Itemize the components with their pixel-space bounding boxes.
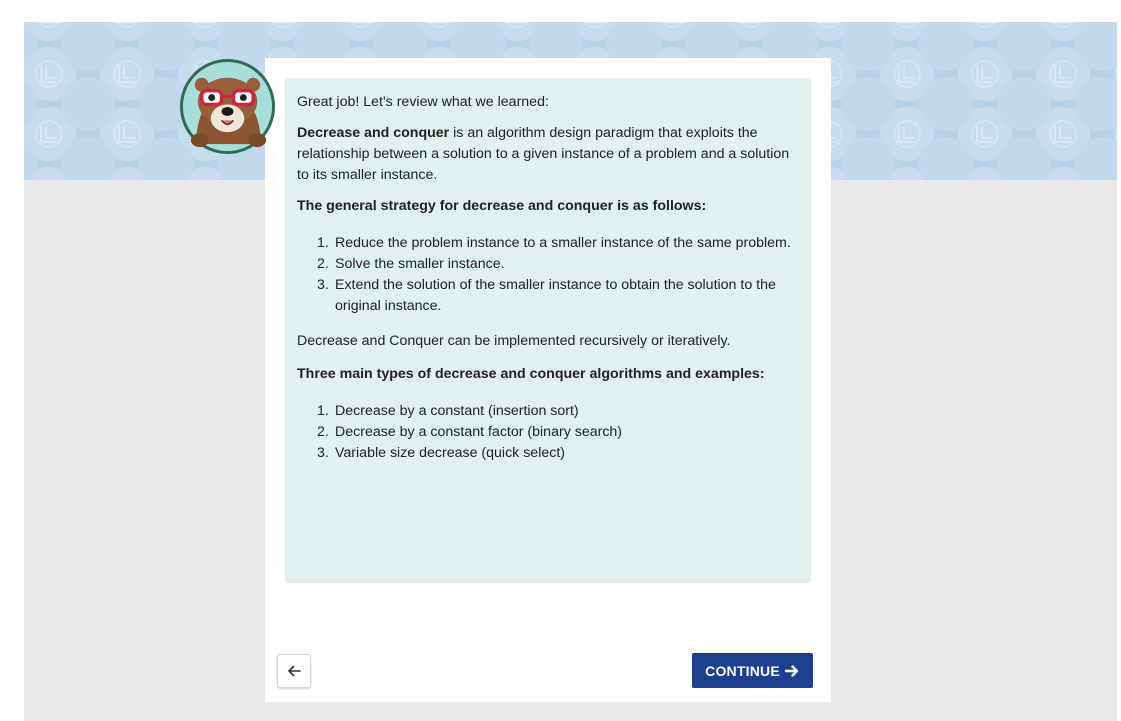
back-button[interactable]	[277, 654, 311, 688]
type-item: 2. Decrease by a constant factor (binary …	[317, 422, 799, 443]
strategy-list: 1. Reduce the problem instance to a small…	[297, 233, 799, 317]
type-item: 3. Variable size decrease (quick select)	[317, 443, 799, 464]
types-list: 1. Decrease by a constant (insertion sort…	[297, 401, 799, 464]
lesson-card: Great job! Let's review what we learned:…	[265, 58, 831, 702]
step-number: 2.	[317, 256, 329, 272]
strategy-heading: The general strategy for decrease and co…	[297, 198, 707, 214]
implementation-note: Decrease and Conquer can be implemented …	[297, 333, 731, 349]
type-text: Variable size decrease (quick select)	[335, 445, 565, 461]
step-text: Extend the solution of the smaller insta…	[335, 277, 776, 314]
summary-box: Great job! Let's review what we learned:…	[285, 78, 811, 583]
strategy-step: 3. Extend the solution of the smaller ins…	[317, 275, 799, 317]
continue-label: CONTINUE	[705, 662, 780, 679]
type-number: 1.	[317, 403, 329, 419]
step-text: Solve the smaller instance.	[335, 256, 505, 272]
step-number: 1.	[317, 235, 329, 251]
otter-with-glasses-icon	[179, 58, 276, 155]
continue-button[interactable]: CONTINUE	[692, 653, 813, 688]
step-text: Reduce the problem instance to a smaller…	[335, 235, 791, 251]
strategy-step: 1. Reduce the problem instance to a small…	[317, 233, 799, 254]
arrow-right-icon	[784, 664, 799, 677]
strategy-step: 2. Solve the smaller instance.	[317, 254, 799, 275]
type-number: 3.	[317, 445, 329, 461]
intro-text: Great job! Let's review what we learned:	[297, 94, 549, 110]
definition-paragraph: Decrease and conquer is an algorithm des…	[297, 123, 799, 186]
right-gutter	[1117, 0, 1121, 721]
type-text: Decrease by a constant (insertion sort)	[335, 403, 579, 419]
arrow-left-icon	[288, 665, 301, 677]
step-number: 3.	[317, 277, 329, 293]
definition-term: Decrease and conquer	[297, 125, 450, 141]
top-spacer	[0, 0, 1121, 22]
type-item: 1. Decrease by a constant (insertion sort…	[317, 401, 799, 422]
types-heading: Three main types of decrease and conquer…	[297, 366, 765, 382]
type-text: Decrease by a constant factor (binary se…	[335, 424, 623, 440]
type-number: 2.	[317, 424, 329, 440]
